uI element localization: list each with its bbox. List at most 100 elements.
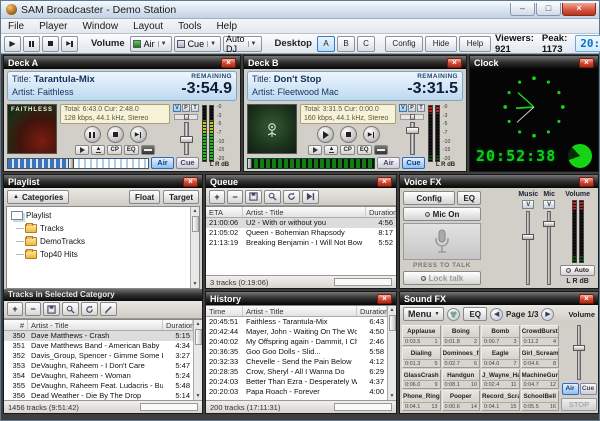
item[interactable]: SchoolBell 0:05.5 16: [520, 390, 559, 411]
auto-button[interactable]: Auto: [560, 265, 595, 276]
close-icon[interactable]: ×: [377, 293, 392, 304]
slider-handle[interactable]: [522, 233, 535, 240]
seek-bar[interactable]: [7, 157, 149, 169]
pitch-slider[interactable]: [400, 114, 424, 120]
eq-button[interactable]: EQ: [463, 307, 488, 321]
desktop-button[interactable]: C: [356, 35, 375, 52]
cue-button[interactable]: Cue: [579, 383, 597, 395]
pitch-slider[interactable]: [174, 114, 198, 120]
close-icon[interactable]: ×: [183, 176, 198, 187]
item[interactable]: Boing 0:01.8 2: [441, 325, 480, 346]
page-prev-button[interactable]: ◀: [490, 307, 504, 321]
track-row[interactable]: 351 Dave Matthews Band - American Baby 4:3…: [4, 341, 193, 351]
menu-item[interactable]: Layout: [133, 21, 163, 32]
config-button[interactable]: Config: [403, 191, 456, 205]
stop-button[interactable]: [339, 126, 357, 143]
remove-button[interactable]: −: [25, 302, 41, 316]
next-button[interactable]: ▶: [129, 126, 147, 143]
pause-button[interactable]: [83, 126, 101, 143]
column-header[interactable]: ETA: [206, 207, 243, 217]
save-button[interactable]: [43, 302, 60, 316]
options-button[interactable]: [373, 145, 388, 155]
item[interactable]: Eagle 0:04.0 7: [481, 346, 520, 368]
item[interactable]: Record_Scratch0:04.115: [481, 390, 520, 411]
close-icon[interactable]: ×: [579, 57, 594, 68]
fx-icon-button[interactable]: [447, 307, 461, 321]
stop-button[interactable]: STOP: [561, 398, 597, 411]
close-icon[interactable]: ×: [221, 57, 236, 68]
close-icon[interactable]: ×: [447, 57, 462, 68]
close-button[interactable]: ×: [562, 3, 596, 16]
stop-button[interactable]: [106, 126, 124, 143]
track-row[interactable]: 350 Dave Matthews - Crash 5:15: [4, 330, 193, 341]
seek-handle[interactable]: [248, 158, 253, 168]
lock-talk-button[interactable]: Lock talk: [403, 271, 481, 285]
fade-button[interactable]: [75, 145, 90, 155]
scrollbar[interactable]: ▲ ▼: [193, 319, 202, 400]
queue-row[interactable]: 21:00:06 U2 - With or without you 4:56: [206, 218, 396, 228]
scroll-down-icon[interactable]: ▼: [193, 280, 198, 288]
scroll-thumb[interactable]: [191, 216, 199, 232]
menu-item[interactable]: File: [8, 21, 24, 32]
menu-button[interactable]: Menu ▼: [403, 307, 445, 321]
pitch-handle[interactable]: [184, 114, 189, 120]
vpt-button[interactable]: V: [399, 104, 407, 112]
eject-button[interactable]: ▲: [91, 145, 106, 155]
mic-v-button[interactable]: V: [543, 200, 556, 209]
item[interactable]: Phone_Ring 0:04.1 13: [402, 390, 441, 411]
vpt-button[interactable]: V: [173, 104, 181, 112]
fade-button[interactable]: [308, 145, 323, 155]
refresh-button[interactable]: [81, 302, 98, 316]
slider-handle[interactable]: [573, 344, 585, 351]
scroll-up-icon[interactable]: ▲: [193, 207, 198, 215]
deck-volume-slider[interactable]: [405, 122, 419, 155]
remove-button[interactable]: −: [227, 189, 243, 204]
cue-button[interactable]: Cue: [402, 157, 425, 169]
scroll-down-icon[interactable]: ▼: [390, 392, 395, 400]
stop-button[interactable]: [42, 35, 59, 52]
history-row[interactable]: 20:42:44Mayer, John - Waiting On The Wor…: [206, 327, 387, 337]
desktop-button[interactable]: A: [316, 35, 335, 52]
seek-bar[interactable]: [247, 157, 375, 169]
eject-button[interactable]: ▲: [324, 145, 339, 155]
air-button[interactable]: Air: [561, 383, 579, 395]
track-row[interactable]: 353 DeVaughn, Raheem - I Don't Care 5:47: [4, 361, 193, 371]
pause-button[interactable]: [23, 35, 40, 52]
music-volume-slider[interactable]: [522, 211, 535, 285]
scroll-up-icon[interactable]: ▲: [390, 306, 395, 314]
pitch-handle[interactable]: [410, 114, 415, 120]
item[interactable]: Tracks: [11, 222, 190, 235]
hide-button[interactable]: Hide: [424, 35, 457, 52]
item[interactable]: Handgun 0:08.1 10: [441, 368, 480, 390]
config-button[interactable]: Config: [384, 35, 423, 52]
minimize-button[interactable]: –: [510, 3, 535, 16]
scrollbar[interactable]: ▲ ▼: [387, 306, 396, 400]
item[interactable]: Top40 Hits: [11, 248, 190, 261]
scroll-up-icon[interactable]: ▲: [196, 320, 201, 328]
soundfx-volume-slider[interactable]: [573, 325, 585, 380]
menu-item[interactable]: Tools: [178, 21, 201, 32]
search-button[interactable]: [264, 189, 281, 204]
track-row[interactable]: 356 Dead Weather - Die By The Drop 5:14: [4, 391, 193, 401]
column-header[interactable]: Duration: [357, 306, 387, 316]
eq-button[interactable]: EQ: [356, 145, 372, 155]
vpt-button[interactable]: P: [182, 104, 190, 112]
item[interactable]: Playlist: [11, 209, 190, 222]
queue-row[interactable]: 21:13:19 Breaking Benjamin - I Will Not B…: [206, 238, 396, 248]
history-row[interactable]: 20:36:35 Goo Goo Dolls - Slid... 5:58: [206, 347, 387, 357]
eq-button[interactable]: EQ: [123, 145, 139, 155]
menu-item[interactable]: Window: [82, 21, 118, 32]
close-icon[interactable]: ×: [579, 176, 594, 187]
add-button[interactable]: +: [209, 189, 225, 204]
history-row[interactable]: 20:40:02 My Offspring again - Dammit, I C…: [206, 337, 387, 347]
deck-volume-slider[interactable]: [179, 122, 193, 155]
column-header[interactable]: Artist - Title: [243, 306, 357, 316]
track-row[interactable]: 355 DeVaughn, Raheem Feat. Ludacris - Bul…: [4, 381, 193, 391]
mic-volume-slider[interactable]: [543, 211, 556, 285]
scroll-thumb[interactable]: [194, 328, 202, 345]
edit-button[interactable]: [100, 302, 117, 316]
options-button[interactable]: [140, 145, 155, 155]
categories-button[interactable]: ▲ Categories: [7, 190, 70, 204]
cue-button[interactable]: Cue: [176, 157, 199, 169]
column-header[interactable]: Artist - Title: [28, 319, 163, 330]
